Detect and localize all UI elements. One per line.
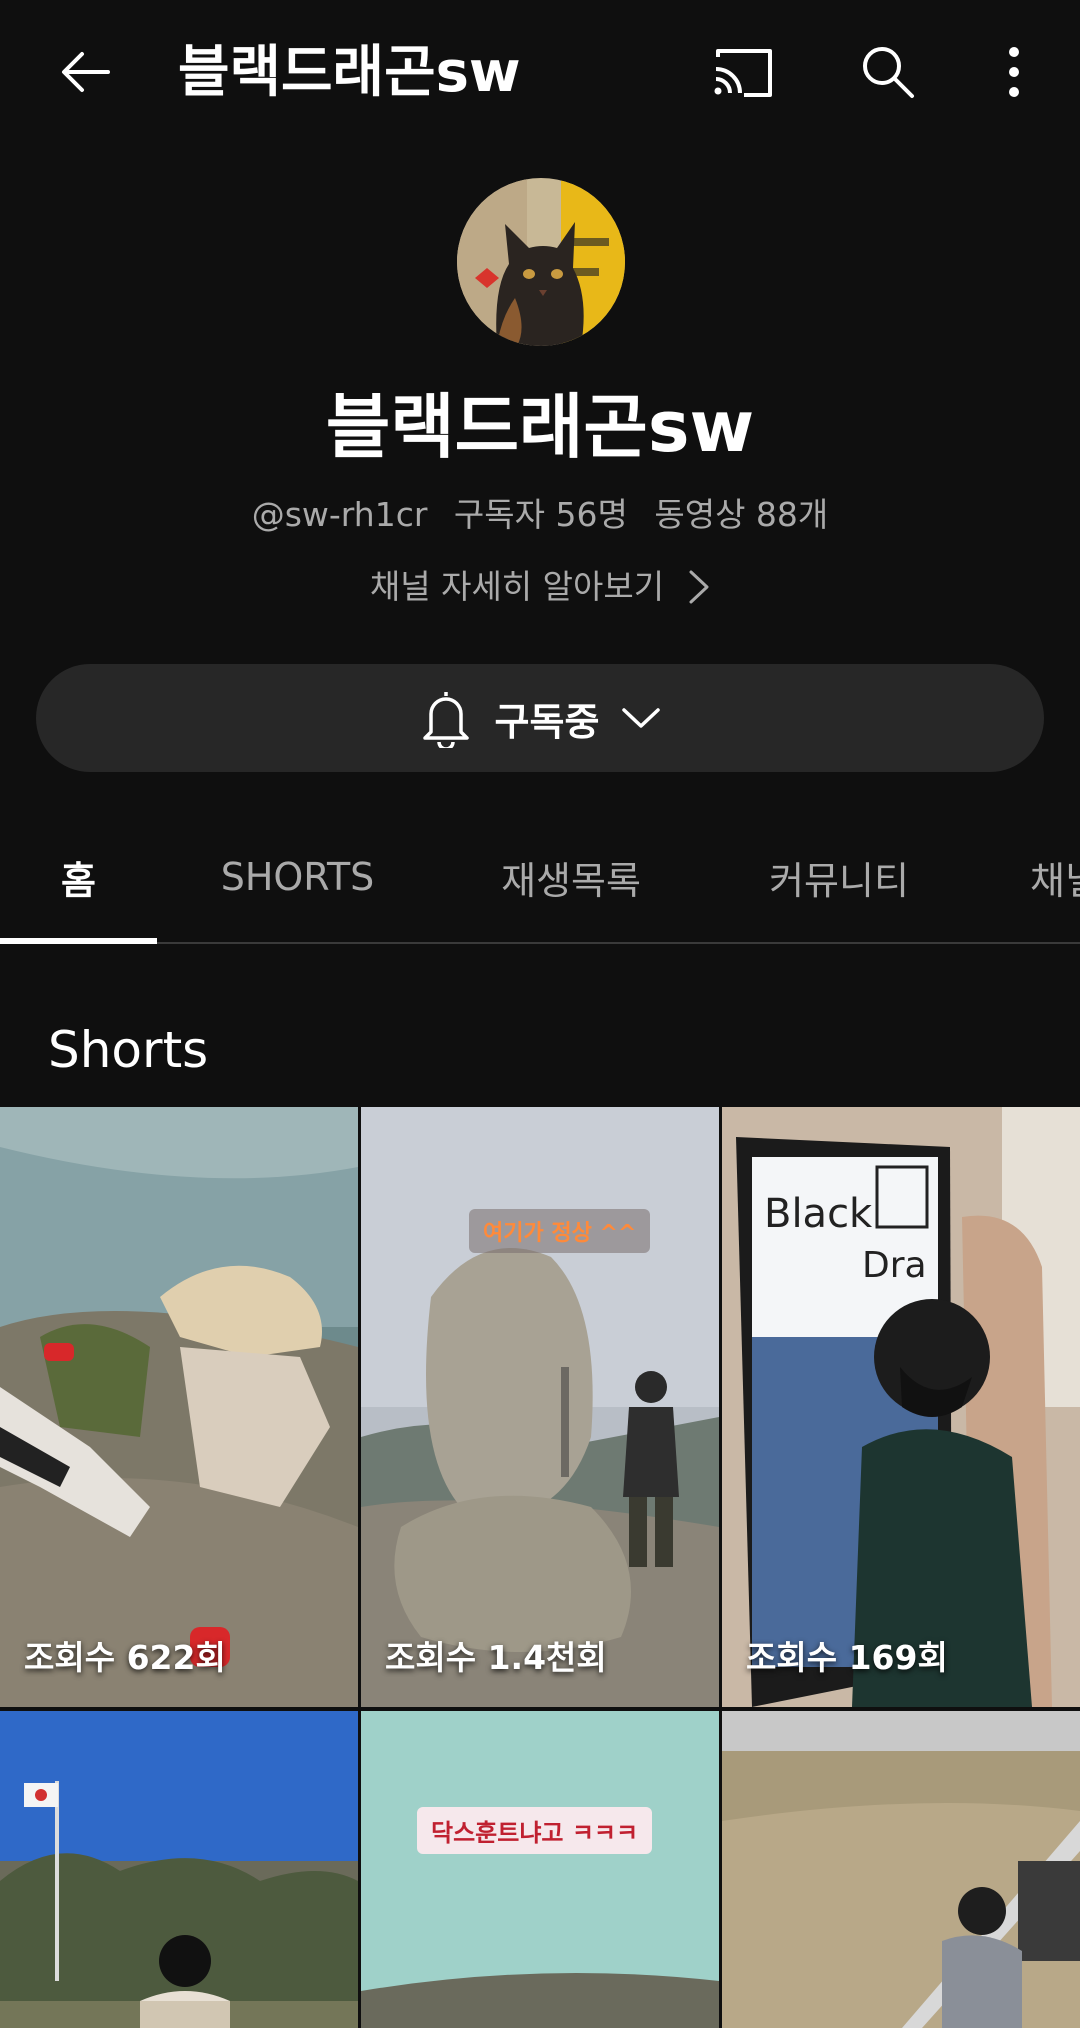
shore-kids-image [0, 1107, 358, 1707]
bell-icon [422, 692, 469, 748]
channel-avatar[interactable] [457, 178, 625, 346]
summit-rock-image [361, 1107, 719, 1707]
svg-text:Black: Black [764, 1191, 873, 1237]
channel-tabs: 홈 SHORTS 재생목록 커뮤니티 채널 [0, 812, 1080, 944]
more-options-button[interactable] [964, 22, 1064, 122]
arrow-back-icon [62, 52, 110, 92]
exhibit-screen-image: Black Dra [722, 1107, 1080, 1707]
search-button[interactable] [838, 22, 938, 122]
video-count: 동영상 88개 [654, 495, 829, 534]
channel-meta: @sw-rh1cr 구독자 56명 동영상 88개 [0, 490, 1080, 540]
search-icon [863, 47, 914, 98]
short-thumbnail[interactable]: Black Dra 조회수 169회 [722, 1107, 1080, 1707]
more-info-label: 채널 자세히 알아보기 [369, 567, 665, 606]
channel-more-info-link[interactable]: 채널 자세히 알아보기 [0, 562, 1080, 612]
cast-button[interactable] [693, 22, 793, 122]
short-thumbnail[interactable]: 닥스훈트냐고 ㅋㅋㅋ [361, 1711, 719, 2028]
cat-avatar-image [457, 178, 625, 346]
short-caption-overlay: 여기가 정상 ^^ [469, 1209, 651, 1253]
short-thumbnail[interactable]: 조회수 622회 [0, 1107, 358, 1707]
shorts-section-title: Shorts [48, 1021, 209, 1079]
tab-shorts[interactable]: SHORTS [200, 812, 395, 942]
cast-icon [714, 49, 772, 97]
subscribed-button[interactable]: 구독중 [36, 664, 1044, 772]
short-view-count: 조회수 1.4천회 [385, 1638, 607, 1677]
channel-page: 블랙드래곤sw 블랙드래곤sw @sw-rh1cr 구독자 56명 동영상 88… [0, 0, 1080, 2028]
svg-text:Dra: Dra [862, 1245, 927, 1286]
app-bar-title: 블랙드래곤sw [178, 40, 521, 105]
campsite-image [722, 1711, 1080, 2028]
short-caption-overlay: 닥스훈트냐고 ㅋㅋㅋ [417, 1807, 653, 1854]
short-thumbnail[interactable] [722, 1711, 1080, 2028]
chevron-right-icon [689, 570, 709, 604]
flag-hill-image [0, 1711, 358, 2028]
top-app-bar: 블랙드래곤sw [0, 0, 1080, 145]
more-vert-icon [1009, 47, 1019, 97]
tab-channels[interactable]: 채널 [1030, 812, 1080, 942]
subscriber-count: 구독자 56명 [453, 495, 628, 534]
short-thumbnail[interactable] [0, 1711, 358, 2028]
short-view-count: 조회수 169회 [746, 1638, 948, 1677]
channel-name: 블랙드래곤sw [325, 386, 755, 468]
short-thumbnail[interactable]: 여기가 정상 ^^ 조회수 1.4천회 [361, 1107, 719, 1707]
back-button[interactable] [36, 22, 136, 122]
active-tab-indicator [0, 938, 157, 944]
subscribed-label: 구독중 [494, 699, 600, 744]
tab-home[interactable]: 홈 [0, 812, 157, 942]
wall-photo-image [361, 1711, 719, 2028]
short-view-count: 조회수 622회 [24, 1638, 226, 1677]
tab-playlists[interactable]: 재생목록 [478, 812, 664, 942]
channel-handle: @sw-rh1cr [251, 495, 428, 534]
tab-community[interactable]: 커뮤니티 [746, 812, 932, 942]
chevron-down-icon [622, 708, 661, 728]
